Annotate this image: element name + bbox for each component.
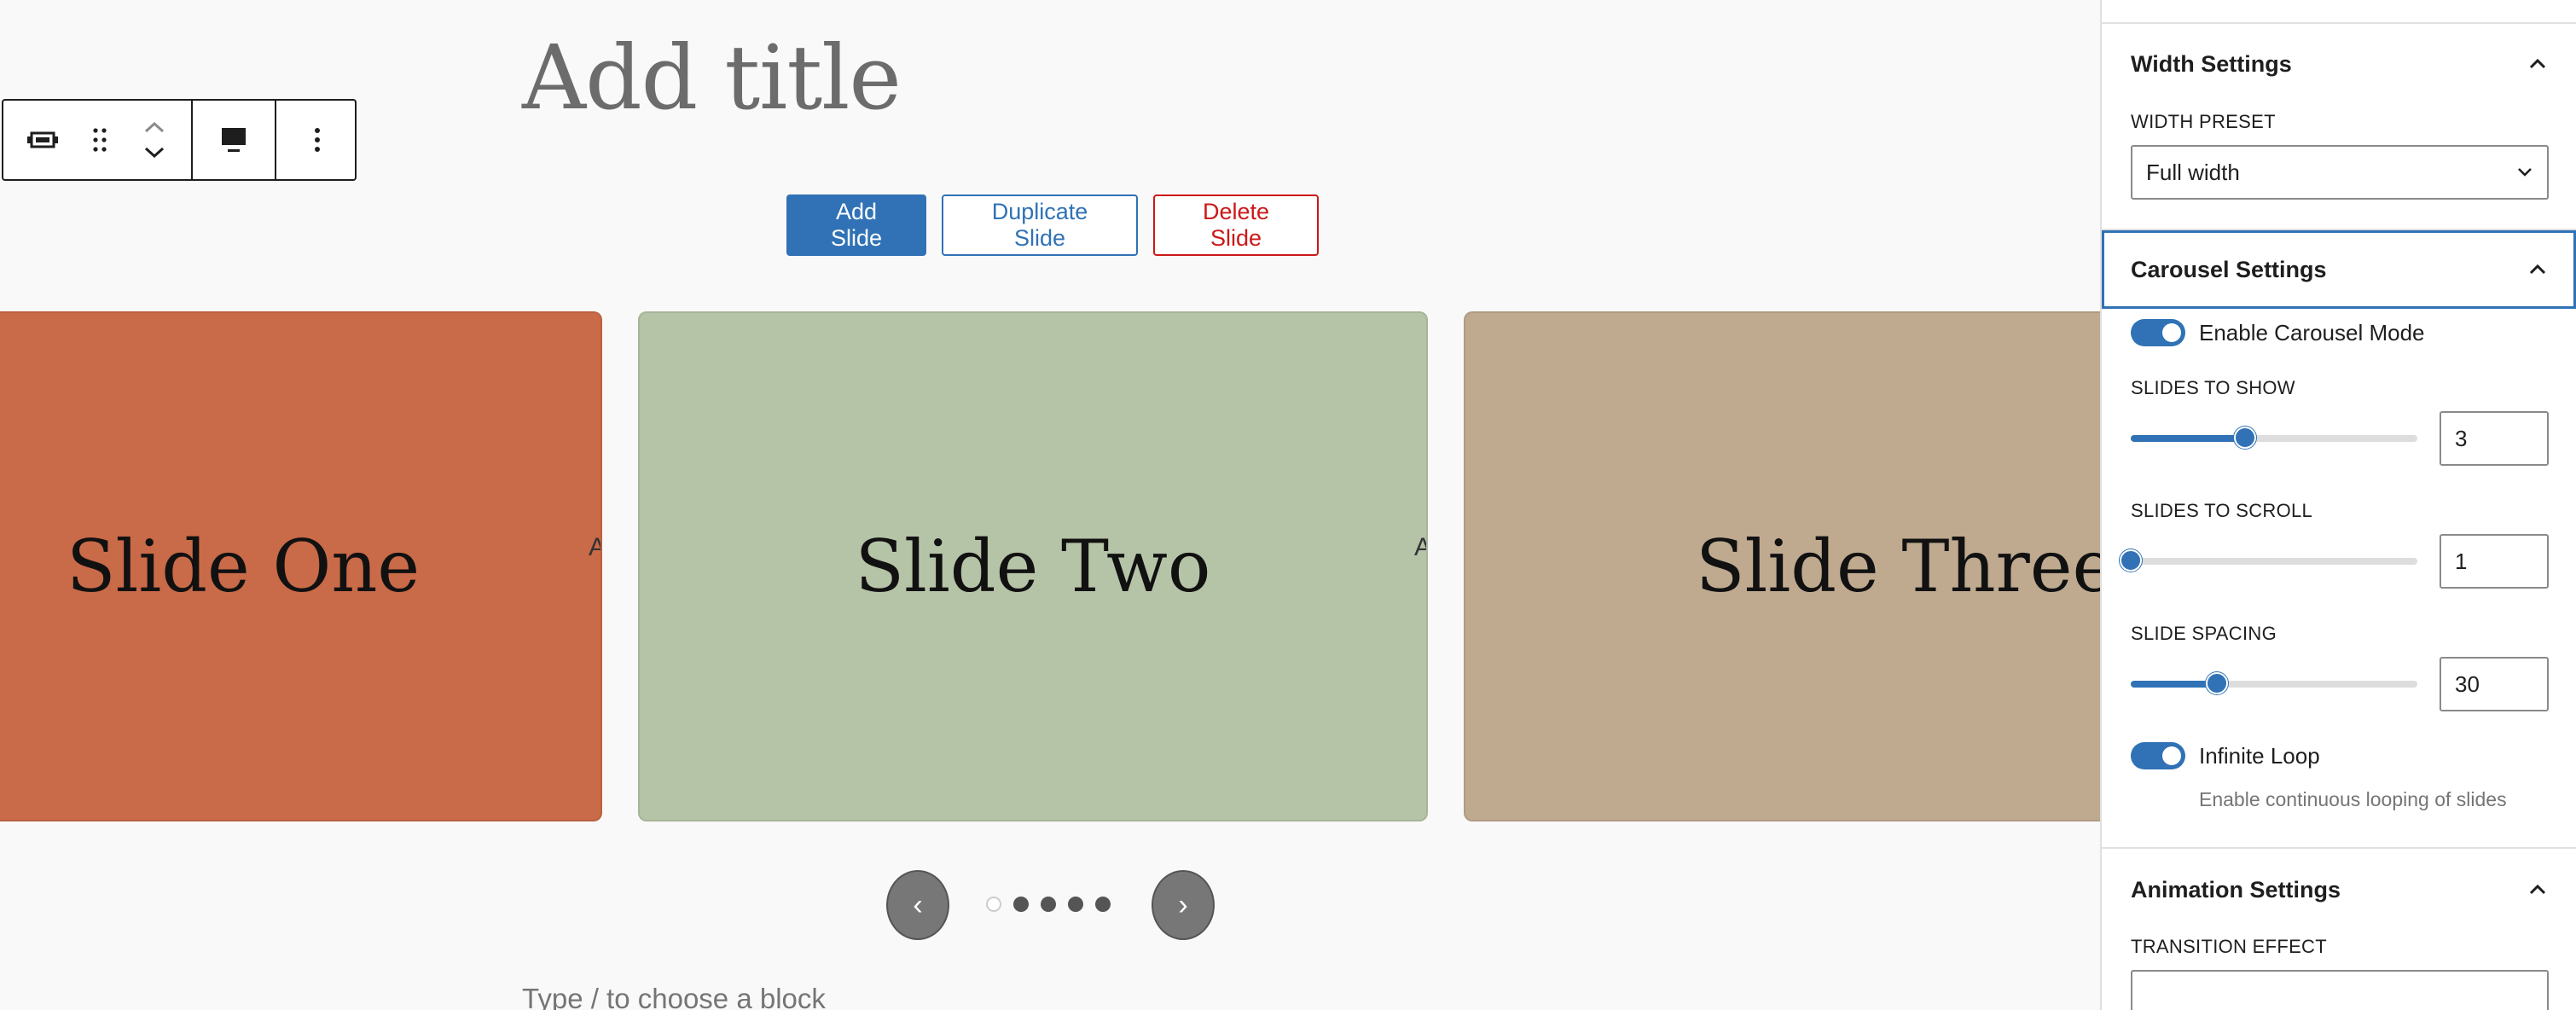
- move-controls: [118, 101, 191, 179]
- chevron-up-icon: [2529, 884, 2546, 895]
- slide-spacing-slider[interactable]: [2131, 672, 2417, 694]
- more-options-button[interactable]: [276, 101, 358, 179]
- slider-fill: [2131, 435, 2246, 442]
- transition-effect-select[interactable]: [2131, 970, 2549, 1010]
- move-up-icon[interactable]: [143, 121, 165, 133]
- width-settings-panel: Width Settings Width preset Full width: [2102, 24, 2576, 230]
- enable-carousel-toggle[interactable]: [2131, 319, 2185, 346]
- settings-sidebar: Width Settings Width preset Full width C…: [2100, 0, 2576, 1010]
- post-title[interactable]: Add title: [522, 26, 902, 130]
- slides-to-show-control: 3: [2131, 411, 2549, 466]
- toolbar-group-align: [193, 101, 276, 179]
- infinite-loop-help: Enable continuous looping of slides: [2199, 788, 2507, 810]
- block-toolbar: [2, 99, 357, 181]
- slider-thumb[interactable]: [2205, 672, 2228, 694]
- slides-to-show-slider[interactable]: [2131, 427, 2417, 449]
- slide-title[interactable]: Slide Three: [1465, 313, 2100, 820]
- enable-carousel-row: Enable Carousel Mode: [2131, 319, 2549, 346]
- width-settings-toggle[interactable]: Width Settings: [2102, 24, 2576, 104]
- carousel-next-button[interactable]: ›: [1152, 870, 1215, 940]
- infinite-loop-label: Infinite Loop: [2199, 742, 2320, 769]
- slide-actions: Add Slide Duplicate Slide Delete Slide: [786, 194, 1319, 256]
- slide-spacing-control: 30: [2131, 657, 2549, 711]
- carousel-dot[interactable]: [1013, 897, 1029, 912]
- block-appender[interactable]: Type / to choose a block: [522, 983, 826, 1010]
- slide-two[interactable]: Slide Two A: [638, 311, 1428, 821]
- slide-spacing-input[interactable]: 30: [2440, 657, 2549, 711]
- transition-effect-label: Transition effect: [2131, 936, 2327, 957]
- editor-canvas: Add title Add Slide Duplicate Slide Dele…: [0, 0, 2100, 1010]
- slide-peek-text: A: [589, 533, 600, 562]
- carousel-dot[interactable]: [986, 897, 1001, 912]
- slide-three[interactable]: Slide Three: [1464, 311, 2100, 821]
- toolbar-group-options: [276, 101, 358, 179]
- chevron-right-icon: ›: [1178, 888, 1188, 921]
- delete-slide-button[interactable]: Delete Slide: [1153, 194, 1319, 256]
- slides-to-scroll-control: 1: [2120, 534, 2549, 589]
- width-preset-label: Width preset: [2131, 111, 2276, 132]
- slides-to-show-input[interactable]: 3: [2440, 411, 2549, 466]
- slide-title[interactable]: Slide Two: [640, 313, 1426, 820]
- panel-title: Carousel Settings: [2131, 256, 2327, 282]
- add-slide-button[interactable]: Add Slide: [786, 194, 926, 256]
- slide-peek-text: A: [1414, 533, 1426, 562]
- carousel-dot[interactable]: [1095, 897, 1111, 912]
- slide-title[interactable]: Slide One: [0, 313, 600, 820]
- drag-handle[interactable]: [82, 101, 118, 179]
- duplicate-slide-button[interactable]: Duplicate Slide: [942, 194, 1138, 256]
- align-button[interactable]: [193, 101, 275, 179]
- animation-settings-toggle[interactable]: Animation Settings: [2102, 849, 2576, 931]
- enable-carousel-label: Enable Carousel Mode: [2199, 319, 2425, 345]
- infinite-loop-row: Infinite Loop: [2131, 742, 2549, 769]
- carousel-settings-panel: Carousel Settings Enable Carousel Mode S…: [2102, 230, 2576, 849]
- carousel-dot[interactable]: [1068, 897, 1083, 912]
- infinite-loop-toggle[interactable]: [2131, 742, 2185, 769]
- slider-fill: [2131, 681, 2217, 688]
- slides-to-show-label: Slides to show: [2131, 377, 2295, 398]
- drag-handle-icon: [93, 128, 107, 152]
- carousel-prev-button[interactable]: ‹: [886, 870, 949, 940]
- block-type-icon: [27, 131, 58, 148]
- animation-settings-panel: Animation Settings Transition effect: [2102, 849, 2576, 1010]
- toolbar-group-block: [3, 101, 193, 179]
- carousel-dots: [986, 897, 1111, 912]
- width-preset-value: Full width: [2146, 159, 2240, 185]
- width-preset-select[interactable]: Full width: [2131, 145, 2549, 200]
- chevron-up-icon: [2529, 58, 2546, 69]
- slider-thumb[interactable]: [2120, 549, 2142, 572]
- slide-one[interactable]: Slide One A: [0, 311, 602, 821]
- slide-spacing-label: Slide spacing: [2131, 623, 2277, 644]
- panel-title: Width Settings: [2131, 50, 2292, 77]
- more-options-icon: [315, 128, 320, 152]
- chevron-up-icon: [2529, 264, 2546, 275]
- block-type-button[interactable]: [3, 101, 82, 179]
- carousel-dot[interactable]: [1041, 897, 1056, 912]
- align-icon: [222, 128, 246, 152]
- sidebar-top-divider: [2102, 0, 2576, 24]
- move-down-icon[interactable]: [143, 147, 165, 159]
- panel-title: Animation Settings: [2131, 876, 2341, 903]
- chevron-down-icon: [2518, 168, 2532, 177]
- slides-to-scroll-label: Slides to scroll: [2131, 500, 2313, 521]
- slider-thumb[interactable]: [2234, 427, 2257, 449]
- slides-to-scroll-slider[interactable]: [2120, 549, 2417, 572]
- chevron-left-icon: ‹: [913, 888, 923, 921]
- carousel-settings-toggle[interactable]: Carousel Settings: [2102, 230, 2576, 309]
- slides-to-scroll-input[interactable]: 1: [2440, 534, 2549, 589]
